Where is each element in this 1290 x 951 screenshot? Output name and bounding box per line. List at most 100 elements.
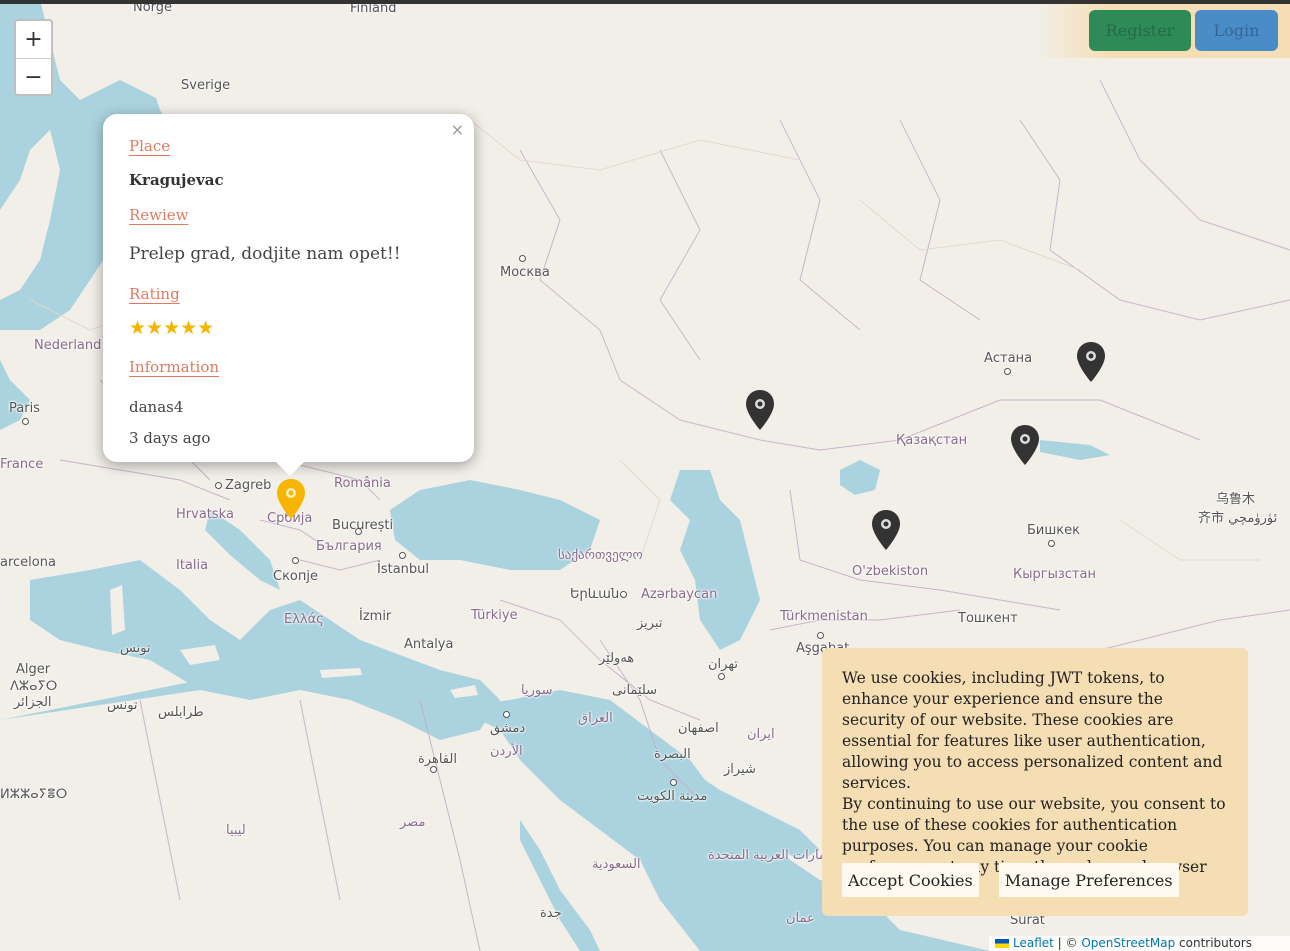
city-dot-zagreb <box>215 482 222 489</box>
map-marker-icon[interactable] <box>871 509 901 551</box>
map-marker-icon[interactable] <box>745 389 775 431</box>
map-label-turkiye: Türkiye <box>471 608 518 623</box>
review-heading: Rewiew <box>129 206 189 224</box>
city-dot-dimashq <box>503 711 510 718</box>
map-label-cairo: القاهرة <box>418 752 457 767</box>
accept-cookies-button[interactable]: Accept Cookies <box>842 863 979 897</box>
info-username: danas4 <box>129 398 184 416</box>
map-label-istanbul: İstanbul <box>377 562 430 577</box>
map-label-barcelona: arcelona <box>0 555 56 570</box>
popup-close-icon[interactable]: × <box>451 120 464 139</box>
zoom-control: + − <box>14 19 53 96</box>
place-name: Kragujevac <box>129 171 224 189</box>
map-label-izmir: İzmir <box>359 609 392 624</box>
map-label-bishkek: Бишкек <box>1027 523 1080 538</box>
map-label-hrvatska: Hrvatska <box>176 507 234 522</box>
city-dot-yerevan <box>620 591 627 598</box>
map-label-paris: Paris <box>9 401 40 416</box>
city-dot-kuwait <box>670 779 677 786</box>
map-label-tunis: تونس <box>120 641 151 656</box>
map-label-antalya: Antalya <box>404 637 454 652</box>
zoom-out-button[interactable]: − <box>16 58 51 94</box>
map-label-hawler: هەولێر <box>599 651 635 666</box>
auth-bar: Register Login <box>1035 4 1290 58</box>
map-label-sakartvelo: საქართველო <box>558 548 643 563</box>
map-label-iraq: العراق <box>578 711 613 726</box>
map-label-sverige: Sverige <box>181 78 231 93</box>
city-dot-cairo <box>430 766 437 773</box>
map-label-urumqi-1: 乌鲁木 <box>1216 492 1256 507</box>
map-label-kyrgyzstan: Кыргызстан <box>1013 567 1096 582</box>
information-heading: Information <box>129 358 220 376</box>
map-label-nederland: Nederland <box>34 338 102 353</box>
city-dot-moskva <box>519 255 526 262</box>
cookie-text-1: We use cookies, including JWT tokens, to… <box>842 669 1223 792</box>
map-label-alger: Alger <box>16 662 51 677</box>
map-label-ellas: Ελλάς <box>284 612 324 627</box>
city-dot-bucuresti <box>355 528 362 535</box>
map-label-emirates: الإمارات العربية المتحدة <box>708 848 837 863</box>
attribution-suffix: contributors <box>1175 936 1252 950</box>
city-dot-skopje <box>292 557 299 564</box>
map-label-toshkent: Тошкент <box>958 611 1018 626</box>
map-label-skopje: Скопје <box>273 569 318 584</box>
map-label-iran: ایران <box>747 727 775 742</box>
map-label-isfahan: اصفهان <box>678 721 719 736</box>
map-label-astana: Астана <box>984 351 1033 366</box>
rating-heading: Rating <box>129 285 180 303</box>
map-label-bucuresti: București <box>332 518 394 533</box>
city-dot-istanbul <box>399 552 406 559</box>
map-label-kazakhstan: Қазақстан <box>896 433 968 448</box>
map-label-tifinagh-2: ⵍⵣⵣⴰⵢⴻⵔ <box>0 787 68 802</box>
register-button[interactable]: Register <box>1089 10 1191 51</box>
map-label-misr: مصر <box>400 815 426 830</box>
leaflet-link[interactable]: Leaflet <box>1013 936 1054 950</box>
map-label-oman: عمان <box>786 911 815 926</box>
map-label-zagreb: Zagreb <box>225 478 272 493</box>
map-label-moskva: Москва <box>500 265 550 280</box>
map-label-tehran: تهران <box>708 657 738 672</box>
map-label-azerbaycan: Azərbaycan <box>641 587 718 602</box>
map-label-baghdad: سلێمانی <box>612 683 658 698</box>
city-dot-ashgabat <box>817 632 824 639</box>
map-label-libya: ليبيا <box>226 823 246 838</box>
map-label-tunis-2: تونس <box>107 698 138 713</box>
place-heading: Place <box>129 137 171 155</box>
map-label-tabriz: تبریز <box>637 616 663 631</box>
map-marker-kragujevac-icon[interactable] <box>276 478 306 520</box>
login-button[interactable]: Login <box>1195 10 1278 51</box>
map-label-tifinagh: ⴷⵣⴰⵢⵔ <box>10 679 58 694</box>
map-label-yerevan: Երևան <box>570 587 620 602</box>
map-label-basra: البصرة <box>654 747 691 762</box>
map-label-turkmenistan: Türkmenistan <box>780 609 868 624</box>
map-marker-icon[interactable] <box>1010 424 1040 466</box>
map-label-bulgaria: България <box>316 539 382 554</box>
cookie-banner: We use cookies, including JWT tokens, to… <box>822 648 1248 916</box>
attribution-separator: | © <box>1053 936 1082 950</box>
map-label-tarabulus: طرابلس <box>158 705 204 720</box>
map-label-kuwait: مدينة الكويت <box>637 789 708 804</box>
map-label-italia: Italia <box>176 558 209 573</box>
rating-stars-icon: ★★★★★ <box>129 317 215 339</box>
city-dot-paris <box>22 418 29 425</box>
map-marker-icon[interactable] <box>1076 341 1106 383</box>
map-label-urumqi-2: 齐市 ئۈرۈمچي <box>1198 511 1278 526</box>
city-dot-bishkek <box>1048 540 1055 547</box>
map-label-romania: România <box>334 476 391 491</box>
ukraine-flag-icon <box>995 939 1009 948</box>
map-label-suriya: سوريا <box>521 683 553 698</box>
osm-link[interactable]: OpenStreetMap <box>1081 936 1175 950</box>
map-label-uzbekistan: O'zbekiston <box>852 564 929 579</box>
city-dot-tehran <box>718 673 725 680</box>
map-label-saudi: السعودية <box>592 857 641 872</box>
map-label-dimashq: دمشق <box>490 721 526 736</box>
manage-preferences-button[interactable]: Manage Preferences <box>998 863 1179 897</box>
city-dot-astana <box>1004 368 1011 375</box>
popup-tip <box>274 460 306 476</box>
map-label-urdun: الأردن <box>490 744 523 759</box>
map-label-aljazair: الجزائر <box>14 695 52 710</box>
map-label-france: France <box>0 457 44 472</box>
zoom-in-button[interactable]: + <box>16 21 51 58</box>
review-text: Prelep grad, dodjite nam opet!! <box>129 244 401 264</box>
info-timestamp: 3 days ago <box>129 429 211 447</box>
